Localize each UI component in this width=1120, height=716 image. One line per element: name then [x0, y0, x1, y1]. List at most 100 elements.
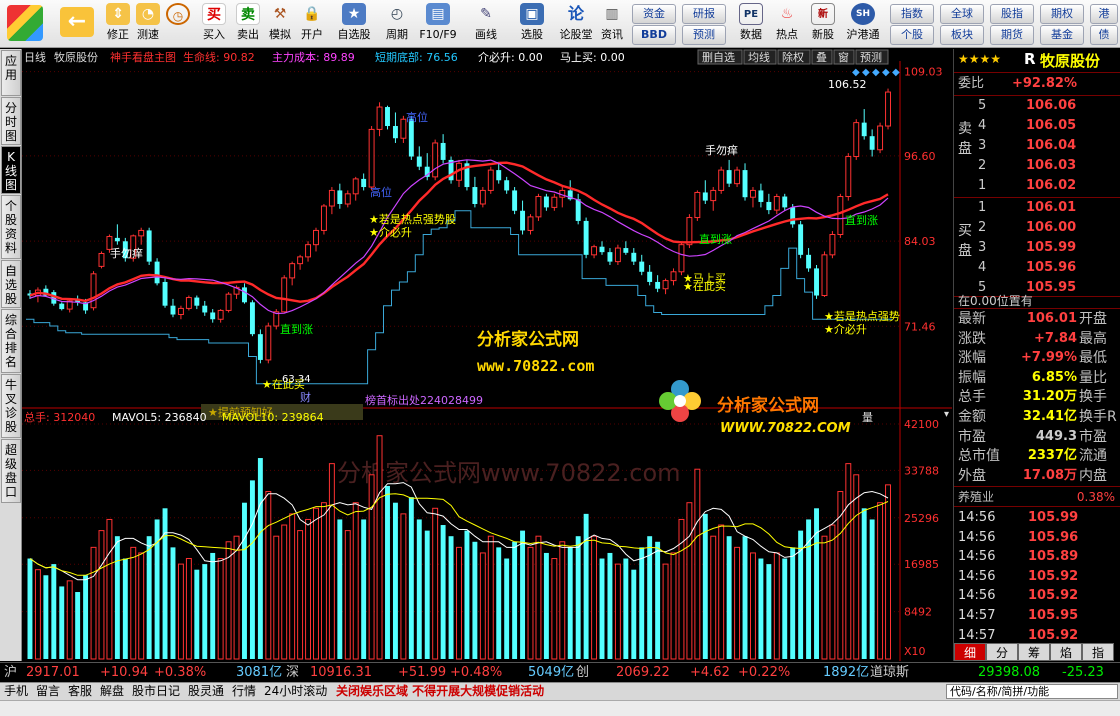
hk-button[interactable]: 港: [1090, 4, 1118, 24]
sb-24h[interactable]: 24小时滚动: [264, 683, 327, 700]
sb-service[interactable]: 客服: [68, 683, 92, 700]
annotation-until-rise-1: 直到涨: [280, 322, 313, 336]
bid-level-row[interactable]: 2 106.00: [954, 218, 1120, 238]
candle-body: [718, 169, 725, 191]
hot-button[interactable]: ♨ 热点: [770, 3, 804, 45]
chart-toggle-button[interactable]: 叠: [816, 51, 827, 64]
panel-tab[interactable]: 筹: [1018, 643, 1050, 661]
bbd-button[interactable]: BBD: [632, 25, 676, 45]
back-arrow-icon: ←: [60, 7, 94, 37]
draw-button[interactable]: ✎ 画线: [466, 3, 506, 45]
panel-tab[interactable]: 焰: [1050, 643, 1082, 661]
tab-watchlist[interactable]: 自选股: [1, 260, 21, 308]
tab-orderbook[interactable]: 超级盘口: [1, 439, 21, 503]
kline-chart-area[interactable]: 分析家公式网 www.70822.com 分析家公式网www.70822.com…: [22, 49, 952, 661]
ask-level-row[interactable]: 5 106.06: [954, 96, 1120, 116]
candle-body: [742, 170, 748, 198]
sh-amount: 3081亿: [236, 665, 283, 680]
chart-config-icon[interactable]: ▾: [944, 409, 949, 420]
tab-diagnosis[interactable]: 牛叉诊股: [1, 374, 21, 438]
tab-kline[interactable]: K线图: [1, 146, 21, 194]
open-account-label: 开户: [301, 28, 323, 41]
futures-index-button[interactable]: 股指: [990, 4, 1034, 24]
fund-button[interactable]: 基金: [1040, 25, 1084, 45]
ask-level-row[interactable]: 1 106.02: [954, 176, 1120, 196]
chart-toggle-button[interactable]: 预测: [860, 51, 882, 64]
kline-chart-svg[interactable]: 分析家公式网 www.70822.com 分析家公式网www.70822.com…: [22, 49, 952, 661]
volume-bar: [210, 552, 216, 659]
sell-button[interactable]: 卖卖出: [232, 3, 264, 45]
candle-body: [662, 280, 669, 290]
bid-level-row[interactable]: 1 106.01: [954, 198, 1120, 218]
watchlist-button[interactable]: ★ 自选股: [334, 3, 374, 45]
volume-indicator-button[interactable]: 量: [862, 411, 873, 424]
options-button[interactable]: 期权: [1040, 4, 1084, 24]
tab-ranking[interactable]: 综合排名: [1, 309, 21, 373]
capital-button[interactable]: 资金: [632, 4, 676, 24]
clock-button[interactable]: ◷: [162, 3, 194, 45]
chart-toggle-button[interactable]: 删自选: [702, 51, 735, 64]
sb-diary[interactable]: 股市日记: [132, 683, 180, 700]
research-button[interactable]: 研报: [682, 4, 726, 24]
volume-bar: [718, 524, 725, 660]
forecast-button[interactable]: 预测: [682, 25, 726, 45]
buy-button[interactable]: 买买入: [198, 3, 230, 45]
news-icon: ▥: [605, 6, 619, 22]
tick-row: 14:56 105.96: [954, 528, 1120, 548]
panel-tab[interactable]: 细: [954, 643, 986, 661]
simulate-button[interactable]: ⚒ 模拟: [264, 3, 296, 45]
tab-profile[interactable]: 个股资料: [1, 195, 21, 259]
candle-body: [575, 199, 581, 221]
chart-period-label[interactable]: 日线: [24, 50, 46, 64]
sb-message[interactable]: 留言: [36, 683, 60, 700]
stock-picker-button[interactable]: ▣ 选股: [512, 3, 552, 45]
annotation-until-rise-3: 直到涨: [845, 213, 878, 227]
forum-button[interactable]: 论论股堂: [556, 3, 596, 45]
ask-level-row[interactable]: 4 106.05: [954, 116, 1120, 136]
global-button[interactable]: 全球: [940, 4, 984, 24]
sector-button[interactable]: 板块: [940, 25, 984, 45]
chart-toggle-button[interactable]: 均线: [748, 50, 770, 64]
f10-button[interactable]: ▤ F10/F9: [418, 3, 458, 45]
chart-toggle-button[interactable]: 除权: [782, 50, 804, 64]
panel-tab[interactable]: 分: [986, 643, 1018, 661]
candle-body: [337, 190, 343, 204]
data-button[interactable]: PE 数据: [734, 3, 768, 45]
ipo-button[interactable]: 新新股: [806, 3, 840, 45]
candle-body: [98, 252, 105, 267]
ask-level-row[interactable]: 3 106.04: [954, 136, 1120, 156]
candle-body: [631, 252, 637, 262]
sb-market[interactable]: 行情: [232, 683, 256, 700]
tab-apps[interactable]: 应用: [1, 50, 21, 96]
up-down-icon: ⇕: [106, 3, 130, 25]
bid-level-row[interactable]: 3 105.99: [954, 238, 1120, 258]
panel-tab[interactable]: 指: [1082, 643, 1114, 661]
logo-icon[interactable]: [4, 3, 46, 45]
sb-analysis[interactable]: 解盘: [100, 683, 124, 700]
index-button[interactable]: 指数: [890, 4, 934, 24]
volume-bar: [130, 546, 137, 660]
tab-intraday[interactable]: 分时图: [1, 97, 21, 145]
formula-name[interactable]: 神手看盘主图: [110, 50, 176, 64]
sb-stock-tip[interactable]: 股灵通: [188, 683, 224, 700]
industry-row[interactable]: 养殖业 0.38%: [954, 488, 1120, 506]
chart-marker-icon: ◆: [882, 67, 890, 78]
ask-level-row[interactable]: 2 106.03: [954, 156, 1120, 176]
speedtest-button[interactable]: ◔ 测速: [132, 3, 164, 45]
volume-bar: [599, 558, 605, 659]
futures-button[interactable]: 期货: [990, 25, 1034, 45]
period-button[interactable]: ◴ 周期: [380, 3, 414, 45]
annotation-list-top: 榜首标出处224028499: [365, 393, 483, 407]
bond-button[interactable]: 债: [1090, 25, 1118, 45]
sb-news-ticker[interactable]: 关闭娱乐区域 不得开展大规模促销活动: [336, 683, 544, 700]
chart-toggle-button[interactable]: 窗: [838, 50, 849, 64]
stock-button[interactable]: 个股: [890, 25, 934, 45]
sb-mobile[interactable]: 手机: [4, 683, 28, 700]
open-account-button[interactable]: 🔒 开户: [296, 3, 328, 45]
bid-level-row[interactable]: 4 105.96: [954, 258, 1120, 278]
news-button[interactable]: ▥ 资讯: [596, 3, 628, 45]
hk-connect-button[interactable]: SH 沪港通: [842, 3, 884, 45]
back-button[interactable]: ←: [52, 3, 102, 45]
search-input[interactable]: 代码/名称/简拼/功能: [946, 684, 1118, 699]
fix-button[interactable]: ⇕ 修正: [102, 3, 134, 45]
